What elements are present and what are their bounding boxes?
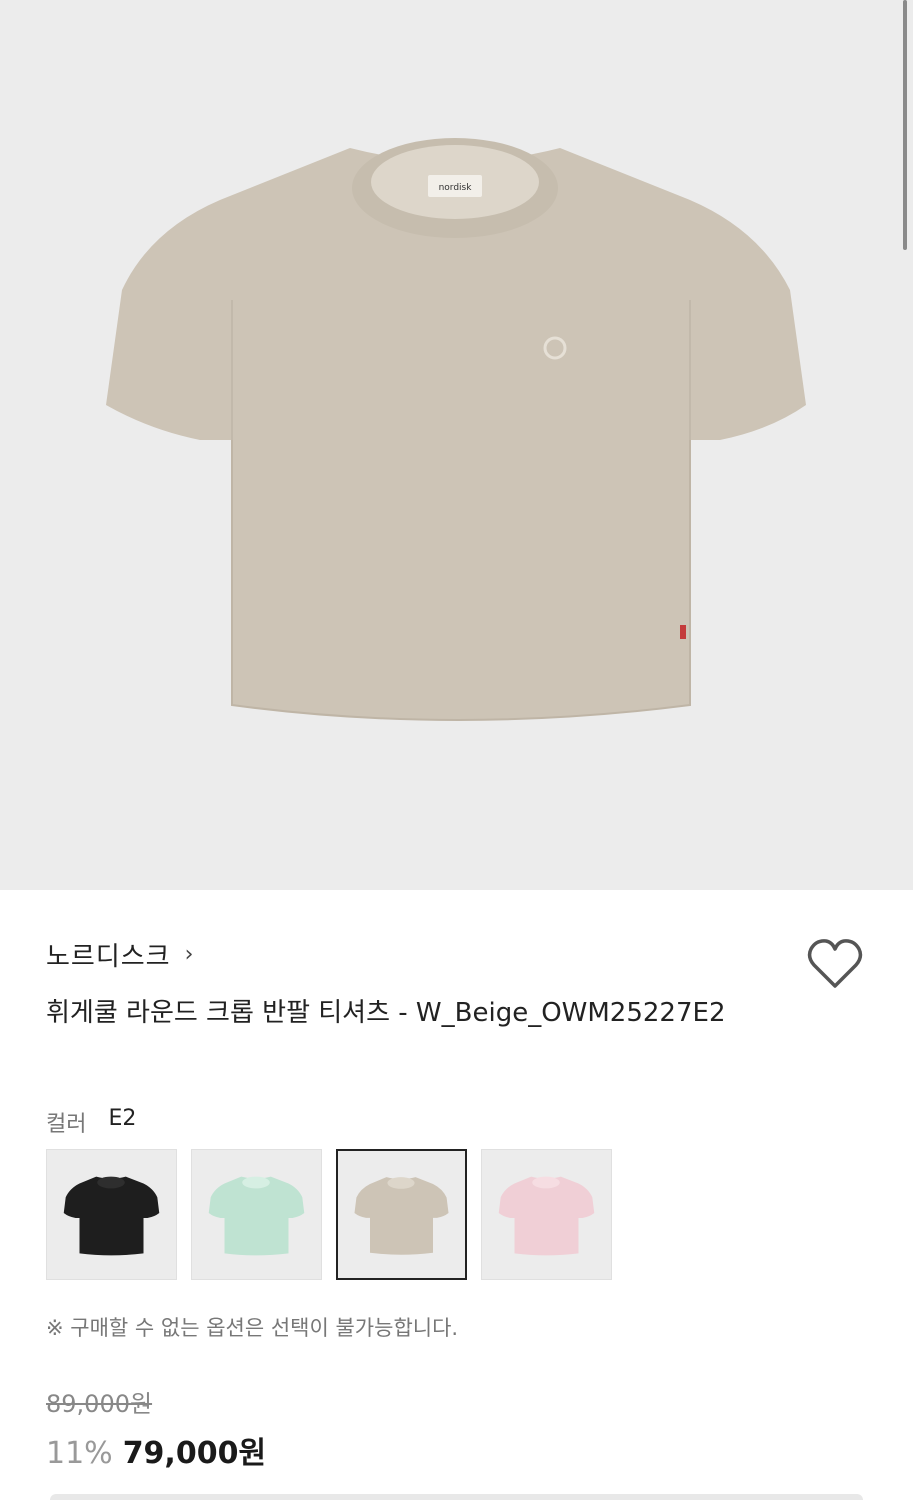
discount-rate: 11% [46,1436,113,1471]
color-selected-value: E2 [108,1106,137,1131]
neck-label-text: nordisk [439,183,473,193]
scrollbar[interactable] [903,0,907,250]
color-option-row: 컬러 E2 [46,1106,136,1138]
color-label: 컬러 [46,1112,87,1137]
brand-name: 노르디스크 [46,942,171,972]
tshirt-beige-thumbnail [354,1177,449,1255]
product-title: 휘게쿨 라운드 크롭 반팔 티셔츠 - W_Beige_OWM25227E2 [46,998,726,1028]
bottom-sheet-edge [50,1494,863,1500]
color-swatches [46,1149,612,1280]
swatch-pink[interactable] [481,1149,612,1280]
brand-link[interactable]: 노르디스크 › [46,936,194,973]
product-hero-image[interactable]: nordisk [0,0,913,890]
heart-icon[interactable] [806,936,864,992]
swatch-beige[interactable] [336,1149,467,1280]
tshirt-pink-thumbnail [498,1176,595,1256]
tshirt-black-thumbnail [63,1176,160,1256]
tshirt-image: nordisk [106,138,806,721]
tshirt-mint-thumbnail [208,1176,305,1256]
swatch-mint[interactable] [191,1149,322,1280]
sale-price: 79,000원 [122,1436,267,1471]
price-row: 11% 79,000원 [46,1428,266,1472]
option-notice: ※ 구매할 수 없는 옵션은 선택이 불가능합니다. [46,1316,459,1340]
chevron-right-icon: › [184,942,195,967]
original-price: 89,000원 [46,1390,153,1418]
swatch-black[interactable] [46,1149,177,1280]
